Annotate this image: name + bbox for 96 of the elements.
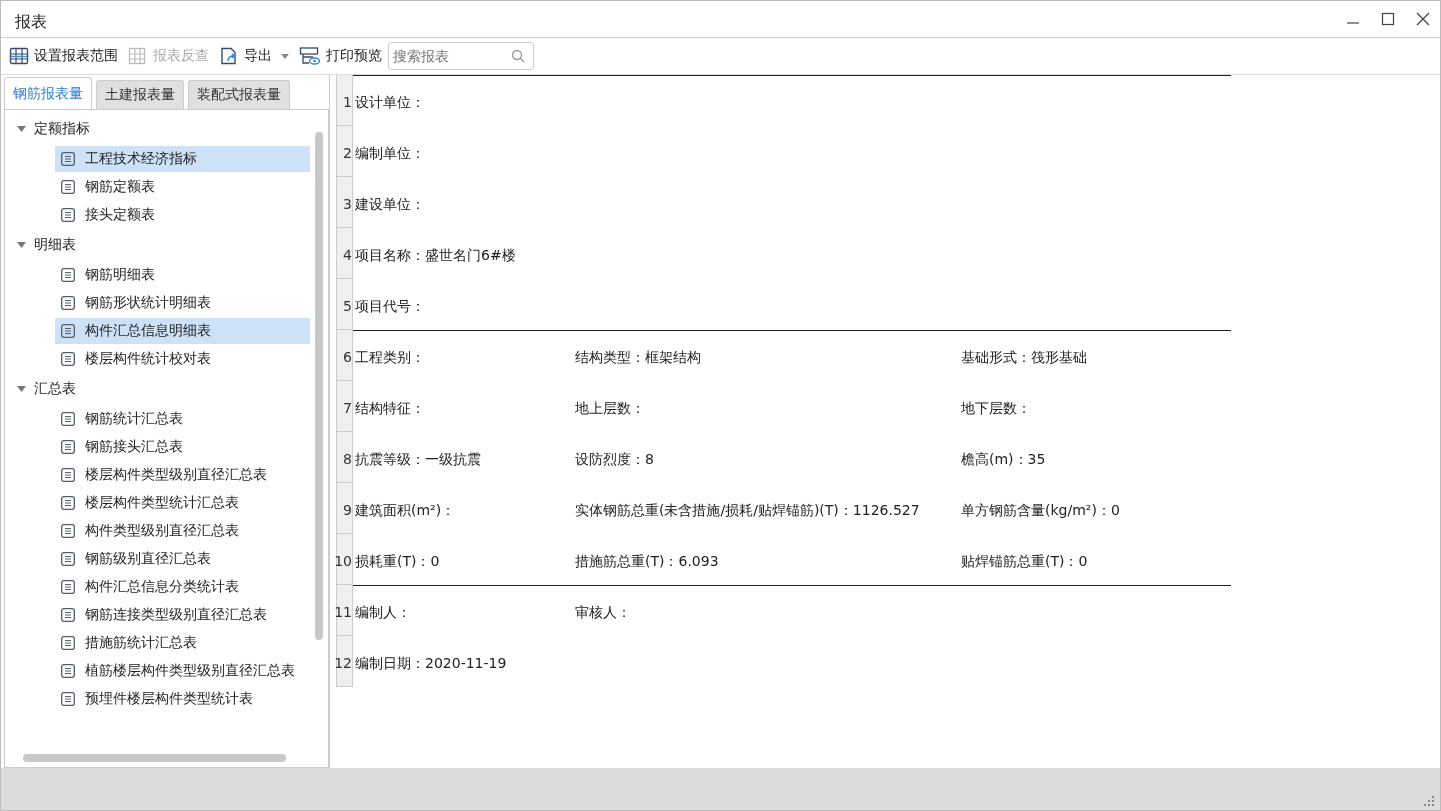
row-number: 2 — [336, 126, 353, 177]
report-cell-text: 损耗重(T)：0 — [355, 552, 441, 571]
tree-item[interactable]: 构件类型级别直径汇总表 — [55, 518, 310, 544]
report-cell-text: 建设单位： — [355, 195, 426, 214]
toolbar-button[interactable]: 设置报表范围 — [9, 46, 118, 66]
document-icon — [61, 580, 75, 594]
report-cell: 地下层数： — [961, 399, 1031, 418]
tree-item[interactable]: 构件汇总信息分类统计表 — [55, 574, 310, 600]
expand-arrow-icon — [17, 386, 26, 392]
report-cell-text: 建筑面积(m²)： — [355, 501, 457, 520]
tab[interactable]: 钢筋报表量 — [4, 77, 92, 109]
toolbar-button[interactable]: 导出 — [219, 46, 289, 66]
tree-item[interactable]: 钢筋定额表 — [55, 174, 310, 200]
document-icon — [61, 496, 75, 510]
report-cell: 檐高(m)：35 — [961, 450, 1046, 469]
document-icon — [61, 608, 75, 622]
row-number: 5 — [336, 279, 353, 330]
document-icon — [61, 468, 75, 482]
report-cell: 基础形式：筏形基础 — [961, 349, 1087, 367]
document-icon — [61, 268, 75, 282]
row-number: 8 — [336, 432, 353, 483]
tree-item[interactable]: 钢筋连接类型级别直径汇总表 — [55, 602, 310, 628]
tree-item[interactable]: 楼层构件统计校对表 — [55, 346, 310, 372]
tree-item[interactable]: 钢筋统计汇总表 — [55, 406, 310, 432]
search-icon — [511, 49, 525, 63]
window-title: 报表 — [15, 10, 47, 33]
print-preview-icon — [299, 46, 321, 66]
tree-item[interactable]: 钢筋明细表 — [55, 262, 310, 288]
row-number: 12 — [336, 636, 353, 687]
caret-icon — [281, 53, 289, 59]
report-cell-text: 工程类别： — [355, 349, 426, 367]
report-cell-text: 项目代号： — [355, 297, 426, 316]
document-icon — [61, 412, 75, 426]
document-icon — [61, 352, 75, 366]
tree-item[interactable]: 构件汇总信息明细表 — [55, 318, 310, 344]
report-cell-text: 设防烈度：8 — [575, 450, 655, 469]
document-icon — [61, 552, 75, 566]
report-cell-text: 措施筋总重(T)：6.093 — [575, 552, 720, 571]
tree-group[interactable]: 定额指标 — [5, 114, 328, 144]
report-cell-text: 抗震等级：一级抗震 — [355, 450, 482, 469]
report-cell-text: 编制单位： — [355, 144, 426, 163]
resize-grip-icon[interactable] — [1424, 796, 1434, 806]
row-number: 1 — [336, 75, 353, 126]
tree-item[interactable]: 钢筋接头汇总表 — [55, 434, 310, 460]
close-icon[interactable] — [1416, 12, 1430, 26]
row-number: 7 — [336, 381, 353, 432]
row-number: 4 — [336, 228, 353, 279]
document-icon — [61, 296, 75, 310]
tree-item[interactable]: 预埋件楼层构件类型统计表 — [55, 686, 310, 712]
report-cell-text: 结构特征： — [355, 399, 426, 418]
tree-item[interactable]: 楼层构件类型级别直径汇总表 — [55, 462, 310, 488]
report-cell-text: 设计单位： — [355, 94, 426, 112]
search-field[interactable]: 搜索报表 — [388, 42, 534, 70]
tab[interactable]: 土建报表量 — [96, 80, 184, 109]
expand-arrow-icon — [17, 126, 26, 132]
tree-group[interactable]: 明细表 — [5, 230, 328, 260]
tab[interactable]: 装配式报表量 — [188, 80, 290, 109]
row-number: 6 — [336, 330, 353, 381]
document-icon — [61, 524, 75, 538]
tree-item[interactable]: 植筋楼层构件类型级别直径汇总表 — [55, 658, 310, 684]
report-cell-text: 审核人： — [575, 604, 632, 622]
document-icon — [61, 664, 75, 678]
vertical-scrollbar[interactable] — [315, 132, 323, 640]
tree-item[interactable]: 接头定额表 — [55, 202, 310, 228]
report-cell: 单方钢筋含量(kg/m²)：0 — [961, 501, 1120, 520]
report-cell-text: 地上层数： — [575, 399, 646, 418]
expand-arrow-icon — [17, 242, 26, 248]
toolbar-button[interactable]: 打印预览 — [299, 46, 382, 66]
export-icon — [219, 46, 239, 66]
document-icon — [61, 180, 75, 194]
row-number: 11 — [336, 585, 353, 636]
grid-icon — [9, 46, 29, 66]
tree-group[interactable]: 汇总表 — [5, 374, 328, 404]
document-icon — [61, 208, 75, 222]
document-icon — [61, 440, 75, 454]
row-number: 10 — [336, 534, 353, 585]
document-icon — [61, 692, 75, 706]
report-cell-text: 编制人： — [355, 604, 412, 622]
tree-item[interactable]: 钢筋形状统计明细表 — [55, 290, 310, 316]
tree-item[interactable]: 楼层构件类型统计汇总表 — [55, 490, 310, 516]
document-icon — [61, 636, 75, 650]
tree-item[interactable]: 措施筋统计汇总表 — [55, 630, 310, 656]
report-cell-text: 结构类型：框架结构 — [575, 349, 702, 367]
document-icon — [61, 152, 75, 166]
document-icon — [61, 324, 75, 338]
report-cell-text: 编制日期：2020-11-19 — [355, 654, 508, 673]
report-cell-text: 项目名称：盛世名门6#楼 — [355, 246, 517, 265]
report-cell: 贴焊锚筋总重(T)：0 — [961, 552, 1088, 571]
table-icon — [128, 46, 148, 66]
tree-item[interactable]: 钢筋级别直径汇总表 — [55, 546, 310, 572]
tree-item[interactable]: 工程技术经济指标 — [55, 146, 310, 172]
row-number: 3 — [336, 177, 353, 228]
maximize-icon[interactable] — [1381, 12, 1395, 26]
row-number: 9 — [336, 483, 353, 534]
report-cell-text: 实体钢筋总重(未含措施/损耗/贴焊锚筋)(T)：1126.527 — [575, 501, 921, 520]
horizontal-scrollbar[interactable] — [23, 754, 286, 762]
